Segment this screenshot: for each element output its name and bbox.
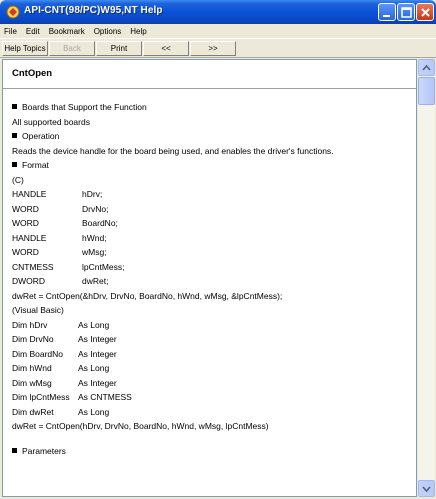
section-heading: Boards that Support the Function: [12, 100, 412, 115]
back-button[interactable]: Back: [49, 40, 95, 56]
body-text: All supported boards: [12, 116, 90, 127]
arrow-down-icon: [422, 486, 431, 493]
help-button-bar: Help Topics Back Print << >>: [0, 38, 436, 58]
body-text: Reads the device handle for the board be…: [12, 145, 334, 156]
vb-declaration: Dim DrvNo As Integer: [12, 334, 117, 344]
c-declaration: WORD DrvNo;: [12, 203, 109, 214]
c-declaration: HANDLE hWnd;: [12, 232, 107, 243]
c-declaration: HANDLE hDrv;: [12, 189, 103, 199]
help-app-icon: [6, 5, 20, 19]
vb-declaration: Dim hDrv As Long: [12, 319, 110, 330]
scroll-thumb[interactable]: [418, 77, 435, 105]
vb-declaration: Dim BoardNo As Integer: [12, 348, 117, 359]
previous-topic-button[interactable]: <<: [143, 40, 189, 56]
bullet-icon: [12, 162, 17, 167]
vb-declaration: Dim hWnd As Long: [12, 363, 110, 373]
menu-file[interactable]: File: [4, 27, 17, 36]
topic-content-pane[interactable]: CntOpen Boards that Support the Function…: [2, 59, 417, 497]
next-topic-button[interactable]: >>: [190, 40, 236, 56]
close-button[interactable]: [416, 3, 434, 21]
menu-options[interactable]: Options: [94, 27, 122, 36]
title-divider: [3, 88, 416, 90]
bullet-icon: [12, 133, 17, 138]
bullet-icon: [12, 104, 17, 109]
arrow-up-icon: [422, 64, 431, 71]
vertical-scrollbar[interactable]: [418, 59, 435, 497]
menu-bar: File Edit Bookmark Options Help: [0, 24, 436, 38]
section-heading: Parameters: [12, 444, 412, 459]
menu-edit[interactable]: Edit: [26, 27, 40, 36]
language-label: (Visual Basic): [12, 305, 64, 315]
bullet-icon: [12, 447, 17, 453]
menu-help[interactable]: Help: [130, 27, 146, 36]
section-heading: Format: [12, 158, 412, 173]
vb-declaration: Dim lpCntMess As CNTMESS: [12, 392, 132, 402]
print-button[interactable]: Print: [96, 40, 142, 56]
c-call-statement: dwRet = CntOpen(&hDrv, DrvNo, BoardNo, h…: [12, 290, 283, 301]
help-topics-button[interactable]: Help Topics: [2, 40, 48, 56]
maximize-icon: [401, 7, 412, 18]
c-declaration: CNTMESS lpCntMess;: [12, 261, 125, 272]
title-bar[interactable]: API-CNT(98/PC)W95,NT Help: [0, 0, 436, 24]
help-window: API-CNT(98/PC)W95,NT Help File Edit Book…: [0, 0, 436, 499]
vb-call-statement: dwRet = CntOpen(hDrv, DrvNo, BoardNo, hW…: [12, 421, 269, 431]
window-title: API-CNT(98/PC)W95,NT Help: [24, 5, 163, 16]
scroll-down-button[interactable]: [418, 480, 435, 497]
topic-title: CntOpen: [12, 68, 53, 79]
vb-declaration: Dim dwRet As Long: [12, 406, 110, 417]
c-declaration: WORD wMsg;: [12, 247, 107, 257]
vb-declaration: Dim wMsg As Integer: [12, 377, 117, 388]
section-heading: Operation: [12, 129, 412, 144]
menu-bookmark[interactable]: Bookmark: [49, 27, 85, 36]
scroll-up-button[interactable]: [418, 59, 435, 76]
language-label: (C): [12, 174, 24, 185]
c-declaration: WORD BoardNo;: [12, 218, 118, 228]
minimize-button[interactable]: [378, 3, 396, 21]
close-icon: [421, 8, 430, 17]
maximize-button[interactable]: [397, 3, 415, 21]
minimize-icon: [383, 15, 390, 17]
c-declaration: DWORD dwRet;: [12, 276, 109, 286]
